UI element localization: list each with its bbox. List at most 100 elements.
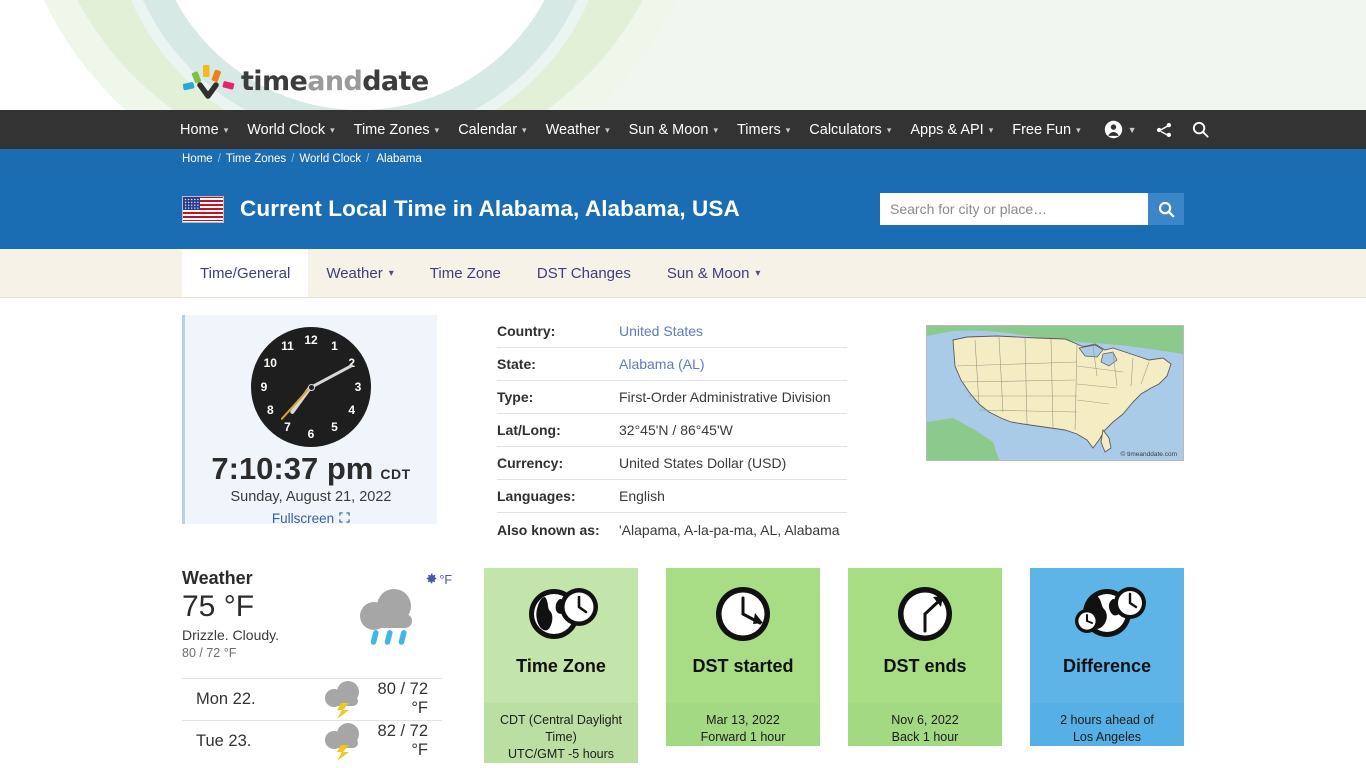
breadcrumb-separator: / bbox=[366, 153, 370, 165]
card-footer-line2: Forward 1 hour bbox=[700, 729, 786, 744]
clock-numeral-9: 9 bbox=[260, 379, 268, 394]
nav-item-weather[interactable]: Weather ▾ bbox=[546, 122, 610, 138]
tab-weather[interactable]: Weather ▾ bbox=[308, 249, 411, 297]
card-dst-started[interactable]: DST started Mar 13, 2022 Forward 1 hour bbox=[666, 568, 820, 758]
card-title: DST ends bbox=[883, 656, 967, 676]
info-value[interactable]: United States bbox=[619, 323, 703, 339]
nav-item-label: Sun & Moon bbox=[628, 121, 709, 138]
info-row: Also known as: 'Alapama, A-la-pa-ma, AL, … bbox=[497, 513, 847, 546]
info-value[interactable]: Alabama (AL) bbox=[619, 356, 705, 372]
card-footer-line1: Nov 6, 2022 bbox=[891, 713, 959, 727]
info-key: Lat/Long: bbox=[497, 422, 561, 438]
digital-time: 7:10:37 pm CDT bbox=[185, 451, 437, 486]
clock-minute-hand bbox=[310, 363, 354, 389]
tab-dst-changes[interactable]: DST Changes bbox=[519, 249, 649, 297]
section-tabs: Time/General Weather ▾ Time Zone DST Changes… bbox=[0, 249, 1366, 298]
chevron-down-icon: ▾ bbox=[522, 125, 527, 135]
tab-label: Time Zone bbox=[429, 264, 501, 282]
breadcrumb-item-world-clock[interactable]: World Clock bbox=[299, 153, 361, 165]
card-difference[interactable]: Difference 2 hours ahead of Los Angeles bbox=[1030, 568, 1184, 758]
forecast-day: Mon 22. bbox=[196, 689, 256, 708]
breadcrumb-item-home[interactable]: Home bbox=[182, 153, 213, 165]
breadcrumb-item-time-zones[interactable]: Time Zones bbox=[226, 153, 286, 165]
fullscreen-label: Fullscreen bbox=[271, 510, 335, 526]
chevron-down-icon: ▾ bbox=[988, 125, 994, 135]
forecast-row[interactable]: Mon 22. 80 / 72 °F bbox=[182, 677, 442, 720]
tab-time-general[interactable]: Time/General bbox=[182, 249, 309, 297]
card-time-zone[interactable]: Time Zone CDT (Central Daylight Time) UTC/… bbox=[484, 568, 638, 763]
card-footer-line2: Back 1 hour bbox=[891, 729, 959, 744]
nav-item-world-clock[interactable]: World Clock ▾ bbox=[247, 122, 334, 138]
nav-item-home[interactable]: Home ▾ bbox=[180, 122, 228, 138]
info-value: English bbox=[619, 488, 665, 504]
breadcrumb-separator: / bbox=[217, 153, 221, 165]
fullscreen-link[interactable]: Fullscreen bbox=[272, 511, 350, 526]
site-logo[interactable]: timeanddate bbox=[182, 63, 429, 99]
card-title: Time Zone bbox=[516, 656, 606, 676]
clock-card: 121234567891011 7:10:37 pmCDT Sunday, Au… bbox=[182, 315, 437, 526]
clock-numeral-1: 1 bbox=[331, 338, 338, 353]
share-icon[interactable] bbox=[1155, 121, 1173, 139]
timezone-abbreviation: CDT bbox=[380, 466, 411, 482]
clock-numeral-5: 5 bbox=[331, 420, 338, 435]
weather-unit-toggle[interactable]: °F bbox=[425, 572, 452, 588]
card-body: Difference bbox=[1030, 568, 1184, 703]
nav-item-free-fun[interactable]: Free Fun ▾ bbox=[1012, 122, 1080, 138]
search-input[interactable] bbox=[880, 193, 1148, 225]
forecast-temp: 80 / 72 °F bbox=[377, 680, 428, 717]
card-title: DST started bbox=[692, 656, 794, 676]
nav-item-sun-moon[interactable]: Sun & Moon ▾ bbox=[629, 122, 718, 138]
forecast-day: Tue 23. bbox=[196, 731, 252, 750]
search-icon[interactable] bbox=[1191, 120, 1210, 139]
clock-numeral-8: 8 bbox=[266, 403, 274, 417]
search-submit-button[interactable] bbox=[1148, 193, 1184, 225]
breadcrumb: Home / Time Zones / World Clock / Alabama bbox=[0, 149, 1366, 169]
nav-item-timers[interactable]: Timers ▾ bbox=[737, 122, 790, 138]
timeanddate-logo-icon bbox=[182, 63, 237, 99]
card-dst-ends[interactable]: DST ends Nov 6, 2022 Back 1 hour bbox=[848, 568, 1002, 758]
forecast-temp: 82 / 72 °F bbox=[377, 722, 428, 759]
overview-row: 121234567891011 7:10:37 pmCDT Sunday, Au… bbox=[182, 298, 1184, 546]
tab-label: Time/General bbox=[200, 264, 291, 282]
info-row: Lat/Long: 32°45'N / 86°45'W bbox=[497, 414, 847, 447]
location-map[interactable]: © timeanddate.com bbox=[926, 325, 1184, 461]
globes-clocks-icon bbox=[1067, 583, 1147, 650]
expand-icon bbox=[339, 511, 350, 526]
nav-item-label: Timers bbox=[736, 121, 781, 138]
clock-second-hand bbox=[280, 386, 312, 421]
card-footer: Mar 13, 2022 Forward 1 hour bbox=[666, 703, 820, 746]
nav-item-label: Apps & API bbox=[910, 121, 984, 138]
account-icon[interactable]: ▼ bbox=[1104, 120, 1137, 139]
nav-item-label: Calendar bbox=[458, 121, 518, 138]
weather-unit-label: °F bbox=[439, 573, 452, 587]
info-value: 32°45'N / 86°45'W bbox=[619, 422, 733, 438]
tab-sun-moon[interactable]: Sun & Moon ▾ bbox=[649, 249, 779, 297]
gear-icon bbox=[425, 572, 438, 588]
nav-item-time-zones[interactable]: Time Zones ▾ bbox=[354, 122, 440, 138]
chevron-down-icon: ▾ bbox=[886, 125, 892, 135]
digital-time-value: 7:10:37 pm bbox=[211, 451, 374, 486]
tab-label: Sun & Moon bbox=[666, 264, 750, 282]
nav-item-apps-api[interactable]: Apps & API ▾ bbox=[910, 122, 993, 138]
tab-time-zone[interactable]: Time Zone bbox=[412, 249, 519, 297]
clock-numeral-6: 6 bbox=[307, 426, 315, 441]
card-footer-line1: Mar 13, 2022 bbox=[706, 713, 780, 727]
search-box bbox=[880, 193, 1184, 225]
us-map-image: © timeanddate.com bbox=[927, 326, 1183, 460]
info-row: Country: United States bbox=[497, 315, 847, 348]
nav-item-label: Calculators bbox=[809, 121, 882, 138]
info-value: 'Alapama, A-la-pa-ma, AL, Alabama bbox=[619, 521, 840, 538]
nav-item-label: Home bbox=[180, 121, 219, 138]
weather-widget: °F Weather 75 °F Drizzle. Cloudy. 80 / 7… bbox=[182, 568, 452, 762]
nav-item-calendar[interactable]: Calendar ▾ bbox=[458, 122, 526, 138]
forecast-row[interactable]: Tue 23. 82 / 72 °F bbox=[182, 719, 442, 762]
info-row: Type: First-Order Administrative Division bbox=[497, 381, 847, 414]
weather-forecast-list: Mon 22. 80 / 72 °F Tue 23. 82 / 72 °F bbox=[182, 677, 442, 762]
chevron-down-icon: ▾ bbox=[223, 125, 229, 135]
main-navigation: Home ▾ World Clock ▾ Time Zones ▾ Calendar ▾ Wea… bbox=[0, 110, 1366, 149]
chevron-down-icon: ▾ bbox=[1076, 125, 1081, 135]
nav-item-calculators[interactable]: Calculators ▾ bbox=[809, 122, 891, 138]
main-content: 121234567891011 7:10:37 pmCDT Sunday, Au… bbox=[0, 298, 1366, 763]
tab-label: DST Changes bbox=[536, 264, 631, 282]
card-body: DST ends bbox=[848, 568, 1002, 703]
